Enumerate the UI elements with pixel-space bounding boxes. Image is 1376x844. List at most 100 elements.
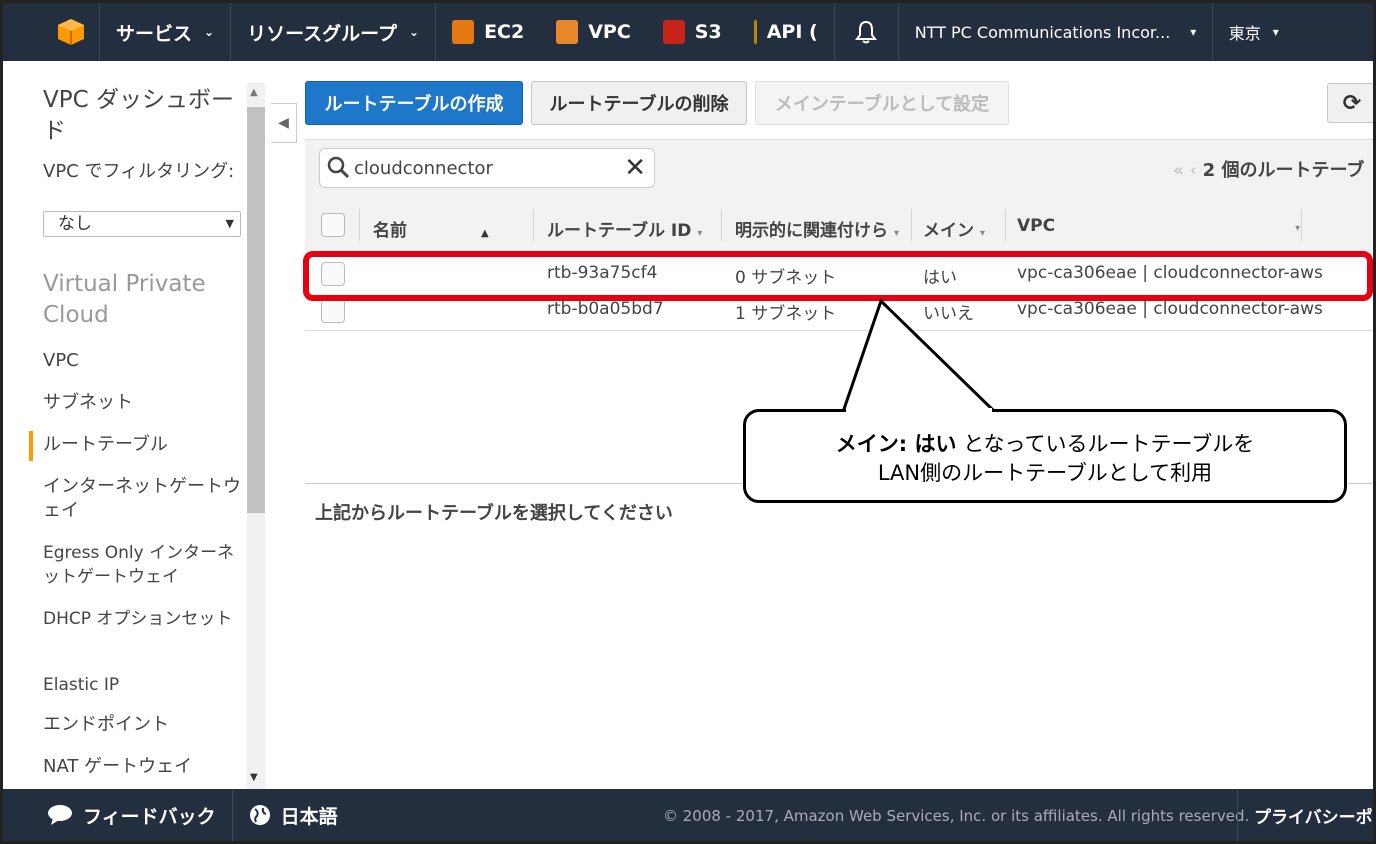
- s3-icon: [662, 20, 685, 44]
- cell-association: 1 サブネット: [735, 304, 837, 324]
- chevron-left-icon: ◀: [278, 115, 289, 131]
- aws-cube-icon[interactable]: [43, 3, 99, 61]
- sidebar-item-route-tables[interactable]: ルートテーブル: [43, 433, 243, 457]
- callout-line-1: メイン: はい となっているルートテーブルを: [746, 430, 1344, 459]
- search-input[interactable]: cloudconnector ✕: [319, 148, 655, 188]
- resource-groups-label: リソースグループ: [247, 22, 397, 45]
- pager-text: 2 個のルートテーブ: [1202, 160, 1365, 181]
- column-header-name[interactable]: 名前 ▲: [373, 216, 489, 241]
- callout-line-1-rest: となっているルートテーブルを: [956, 432, 1255, 456]
- collapse-sidebar-button[interactable]: ◀: [271, 103, 297, 143]
- chevron-down-icon: ⌄: [409, 25, 420, 39]
- speech-bubble-icon: [48, 805, 72, 825]
- ec2-label: EC2: [484, 21, 525, 43]
- vpc-icon: [556, 20, 579, 44]
- account-label: NTT PC Communications Incor...: [914, 22, 1171, 42]
- column-header-association[interactable]: 明示的に関連付けら ▾: [735, 216, 903, 241]
- sort-asc-icon: ▲: [481, 228, 489, 239]
- language-button[interactable]: 日本語: [233, 789, 354, 841]
- vpc-label: VPC: [588, 21, 631, 43]
- cell-route-table-id: rtb-b0a05bd7: [547, 299, 664, 319]
- create-route-table-button[interactable]: ルートテーブルの作成: [305, 81, 523, 125]
- column-name-label: 名前: [373, 221, 407, 241]
- vpc-filter-select[interactable]: なし ▼: [43, 211, 241, 237]
- sidebar-item-internet-gateways[interactable]: インターネットゲートウェイ: [43, 475, 243, 523]
- language-label: 日本語: [280, 805, 338, 828]
- set-main-table-button[interactable]: メインテーブルとして設定: [755, 81, 1009, 125]
- top-nav: サービス ⌄ リソースグループ ⌄ EC2 VPC S3 API ( NTT PC …: [3, 3, 1373, 61]
- sidebar-item-endpoints[interactable]: エンドポイント: [43, 713, 243, 737]
- clear-search-icon[interactable]: ✕: [624, 153, 646, 183]
- delete-route-table-button[interactable]: ルートテーブルの削除: [531, 81, 747, 125]
- callout-line-2: LAN側のルートテーブルとして利用: [877, 461, 1213, 485]
- scrollbar-thumb[interactable]: [247, 107, 265, 513]
- region-label: 東京: [1228, 24, 1261, 43]
- table-header: 名前 ▲ ルートテーブル ID ▾ 明示的に関連付けら ▾ メイン ▾ VPC ▾: [305, 197, 1373, 255]
- account-menu[interactable]: NTT PC Communications Incor... ▾: [897, 3, 1212, 61]
- column-vpc-label: VPC: [1017, 216, 1056, 236]
- vpc-filter-value: なし: [58, 214, 92, 234]
- cell-main: いいえ: [923, 304, 974, 324]
- column-divider: [911, 209, 912, 241]
- privacy-policy-link[interactable]: プライバシーポリ: [1237, 789, 1373, 841]
- resource-groups-menu[interactable]: リソースグループ ⌄: [230, 3, 435, 61]
- s3-label: S3: [694, 21, 722, 43]
- refresh-button[interactable]: ⟳: [1327, 83, 1373, 123]
- sidebar-title[interactable]: VPC ダッシュボード: [43, 85, 243, 147]
- chevron-down-icon: ⌄: [204, 25, 215, 39]
- api-label: API (: [766, 21, 818, 43]
- sidebar: VPC ダッシュボード VPC でフィルタリング: なし ▼ Virtual Pr…: [3, 61, 265, 789]
- filter-bar: cloudconnector ✕ « ‹ 2 個のルートテーブ: [305, 139, 1373, 197]
- detail-message: 上記からルートテーブルを選択してください: [315, 503, 673, 524]
- ec2-shortcut[interactable]: EC2: [435, 3, 540, 61]
- api-gateway-icon: [753, 20, 757, 44]
- chevron-down-icon: ▾: [697, 228, 703, 239]
- vpc-filter-label: VPC でフィルタリング:: [43, 161, 235, 182]
- row-divider: [305, 330, 1373, 331]
- cell-vpc: vpc-ca306eae | cloudconnector-aws: [1017, 299, 1323, 319]
- column-header-main[interactable]: メイン ▾: [923, 216, 985, 241]
- scroll-up-icon[interactable]: ▲: [250, 87, 258, 98]
- region-menu[interactable]: 東京 ▾: [1211, 3, 1295, 61]
- prev-page-icon[interactable]: ‹: [1184, 160, 1203, 181]
- column-header-vpc[interactable]: VPC ▾: [1017, 216, 1300, 236]
- column-divider: [359, 209, 360, 241]
- search-icon: [327, 156, 350, 179]
- select-all-checkbox[interactable]: [321, 213, 345, 237]
- services-menu[interactable]: サービス ⌄: [99, 3, 230, 61]
- column-main-label: メイン: [923, 221, 974, 241]
- vpc-shortcut[interactable]: VPC: [540, 3, 647, 61]
- sidebar-item-egress-only-igw[interactable]: Egress Only インターネットゲートウェイ: [43, 541, 243, 589]
- notifications-button[interactable]: [833, 3, 898, 61]
- feedback-button[interactable]: フィードバック: [3, 789, 232, 841]
- sidebar-scrollbar[interactable]: ▲ ▼: [247, 83, 265, 789]
- sidebar-item-vpc[interactable]: VPC: [43, 349, 243, 373]
- column-divider: [1301, 209, 1302, 241]
- chevron-down-icon: ▾: [980, 228, 986, 239]
- sidebar-item-elastic-ip[interactable]: Elastic IP: [43, 673, 243, 697]
- services-label: サービス: [116, 22, 193, 45]
- scroll-down-icon[interactable]: ▼: [250, 772, 258, 783]
- refresh-icon: ⟳: [1342, 90, 1362, 116]
- column-header-id[interactable]: ルートテーブル ID ▾: [547, 216, 702, 241]
- copyright-text: © 2008 - 2017, Amazon Web Services, Inc.…: [663, 807, 1250, 825]
- search-value: cloudconnector: [354, 158, 493, 179]
- chevron-down-icon: ▾: [1272, 25, 1279, 39]
- chevron-down-icon: ▼: [225, 217, 234, 230]
- chevron-down-icon: ▾: [1295, 223, 1301, 234]
- sidebar-item-subnets[interactable]: サブネット: [43, 391, 243, 415]
- first-page-icon[interactable]: «: [1173, 160, 1184, 181]
- sidebar-item-dhcp-options[interactable]: DHCP オプションセット: [43, 607, 243, 631]
- ec2-icon: [452, 20, 475, 44]
- active-indicator: [29, 431, 33, 461]
- sidebar-item-nat-gateways[interactable]: NAT ゲートウェイ: [43, 755, 243, 779]
- column-association-label: 明示的に関連付けら: [735, 221, 888, 241]
- row-checkbox[interactable]: [321, 299, 345, 323]
- browser-frame: サービス ⌄ リソースグループ ⌄ EC2 VPC S3 API ( NTT PC …: [0, 0, 1376, 844]
- sidebar-section-vpc: Virtual Private Cloud: [43, 271, 206, 328]
- api-shortcut[interactable]: API (: [738, 3, 834, 61]
- callout-box: メイン: はい となっているルートテーブルを LAN側のルートテーブルとして利用: [743, 409, 1347, 503]
- chevron-down-icon: ▾: [1190, 25, 1197, 39]
- chevron-down-icon: ▾: [894, 228, 900, 239]
- s3-shortcut[interactable]: S3: [647, 3, 738, 61]
